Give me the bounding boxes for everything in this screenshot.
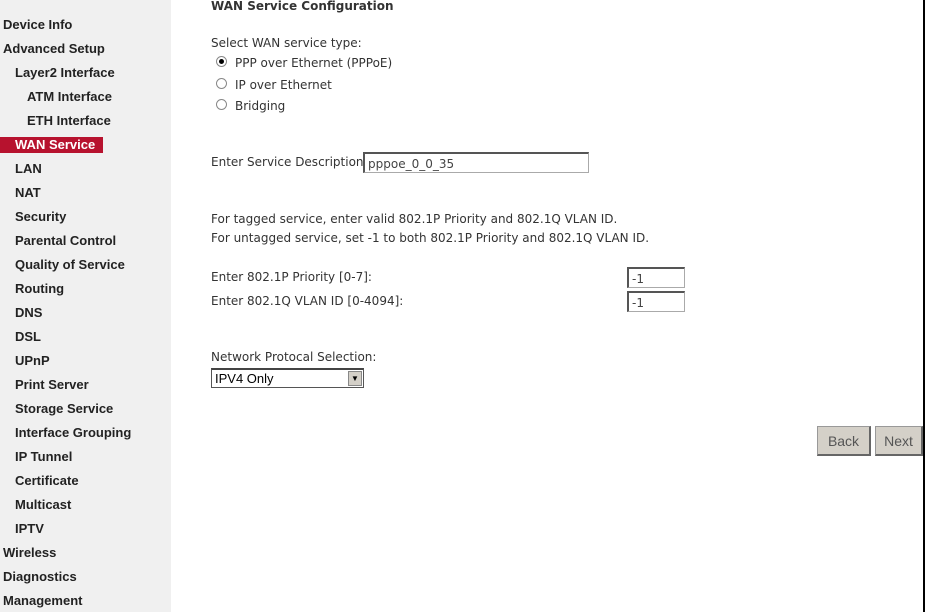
sidebar-item-parental-control[interactable]: Parental Control xyxy=(12,233,119,249)
radio-ipoe-label[interactable]: IP over Ethernet xyxy=(235,78,332,92)
sidebar-item-nat[interactable]: NAT xyxy=(12,185,44,201)
next-button[interactable]: Next xyxy=(875,426,923,456)
service-desc-label: Enter Service Description: xyxy=(211,155,368,169)
sidebar-item-iptv[interactable]: IPTV xyxy=(12,521,47,537)
sidebar-item-layer2-interface[interactable]: Layer2 Interface xyxy=(12,65,118,81)
vlan-label: Enter 802.1Q VLAN ID [0-4094]: xyxy=(211,294,404,308)
sidebar-item-lan[interactable]: LAN xyxy=(12,161,45,177)
sidebar-item-storage-service[interactable]: Storage Service xyxy=(12,401,116,417)
untagged-note: For untagged service, set -1 to both 802… xyxy=(211,231,650,245)
sidebar-item-device-info[interactable]: Device Info xyxy=(0,17,75,33)
tagged-note: For tagged service, enter valid 802.1P P… xyxy=(211,212,618,226)
sidebar-item-wan-service[interactable]: WAN Service xyxy=(0,137,104,153)
service-desc-input[interactable]: pppoe_0_0_35 xyxy=(363,152,589,173)
sidebar-item-print-server[interactable]: Print Server xyxy=(12,377,92,393)
sidebar-item-ip-tunnel[interactable]: IP Tunnel xyxy=(12,449,75,465)
sidebar-item-atm-interface[interactable]: ATM Interface xyxy=(24,89,115,105)
radio-pppoe[interactable] xyxy=(216,56,227,67)
priority-input[interactable]: -1 xyxy=(627,267,685,288)
sidebar-item-eth-interface[interactable]: ETH Interface xyxy=(24,113,114,129)
vlan-input[interactable]: -1 xyxy=(627,291,685,312)
protocol-select[interactable]: IPV4 Only ▼ xyxy=(211,368,364,388)
radio-pppoe-label[interactable]: PPP over Ethernet (PPPoE) xyxy=(235,56,392,70)
page-title: WAN Service Configuration xyxy=(211,0,394,13)
back-button[interactable]: Back xyxy=(817,426,871,456)
sidebar-item-dsl[interactable]: DSL xyxy=(12,329,44,345)
sidebar-item-diagnostics[interactable]: Diagnostics xyxy=(0,569,80,585)
radio-ipoe[interactable] xyxy=(216,78,227,89)
sidebar-item-quality-of-service[interactable]: Quality of Service xyxy=(12,257,128,273)
sidebar-item-management[interactable]: Management xyxy=(0,593,85,609)
sidebar-item-advanced-setup[interactable]: Advanced Setup xyxy=(0,41,108,57)
service-type-label: Select WAN service type: xyxy=(211,36,362,50)
sidebar-item-upnp[interactable]: UPnP xyxy=(12,353,53,369)
sidebar-item-wireless[interactable]: Wireless xyxy=(0,545,59,561)
radio-bridging-label[interactable]: Bridging xyxy=(235,99,285,113)
radio-bridging[interactable] xyxy=(216,99,227,110)
sidebar-item-multicast[interactable]: Multicast xyxy=(12,497,74,513)
sidebar-item-security[interactable]: Security xyxy=(12,209,69,225)
sidebar-item-interface-grouping[interactable]: Interface Grouping xyxy=(12,425,134,441)
priority-label: Enter 802.1P Priority [0-7]: xyxy=(211,270,372,284)
sidebar-item-certificate[interactable]: Certificate xyxy=(12,473,82,489)
sidebar-nav: Device Info Advanced Setup Layer2 Interfac… xyxy=(0,0,171,612)
sidebar-item-dns[interactable]: DNS xyxy=(12,305,45,321)
protocol-label: Network Protocal Selection: xyxy=(211,350,377,364)
sidebar-item-routing[interactable]: Routing xyxy=(12,281,67,297)
chevron-down-icon[interactable]: ▼ xyxy=(348,371,362,386)
protocol-select-value: IPV4 Only xyxy=(215,371,274,386)
